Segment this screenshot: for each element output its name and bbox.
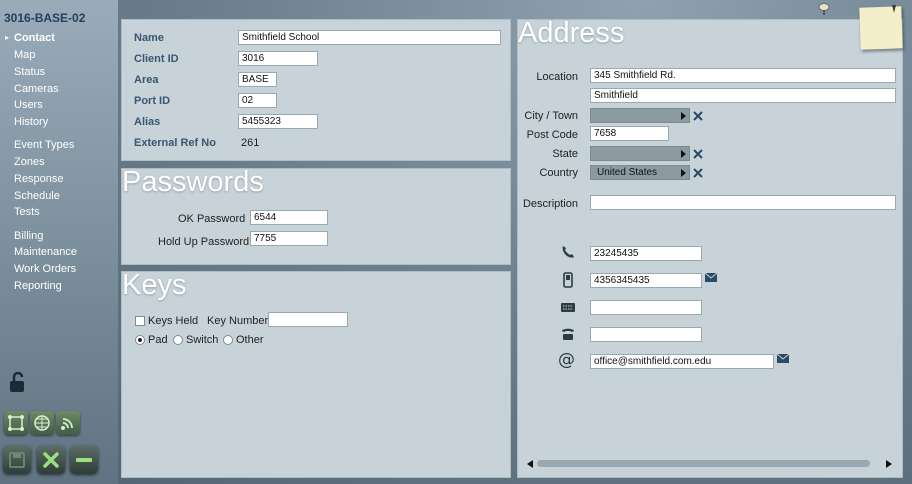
description-field[interactable] xyxy=(590,195,896,210)
state-dropdown[interactable] xyxy=(590,146,690,161)
country-label: Country xyxy=(539,167,578,179)
remove-icon[interactable] xyxy=(70,446,98,474)
keys-panel: Keys Keys Held Key Number Pad Switch Oth… xyxy=(121,271,511,478)
nav-item-work-orders[interactable]: Work Orders xyxy=(14,263,76,275)
fax-field[interactable] xyxy=(590,300,702,315)
other-phone-field[interactable] xyxy=(590,327,702,342)
postcode-field[interactable]: 7658 xyxy=(590,126,669,141)
map-grid-icon[interactable] xyxy=(30,411,54,435)
site-title: 3016-BASE-02 xyxy=(4,11,86,25)
horizontal-scrollbar[interactable] xyxy=(527,459,897,469)
nav-item-schedule[interactable]: Schedule xyxy=(14,190,60,202)
nav-item-tests[interactable]: Tests xyxy=(14,206,40,218)
phone-field[interactable]: 23245435 xyxy=(590,246,702,261)
zones-icon[interactable] xyxy=(4,411,28,435)
nav-item-users[interactable]: Users xyxy=(14,99,43,111)
ok-password-field[interactable]: 6544 xyxy=(250,210,328,225)
nav-item-contact[interactable]: Contact xyxy=(14,32,55,44)
details-panel: Name Smithfield School Client ID 3016 Ar… xyxy=(121,19,511,161)
port-id-label: Port ID xyxy=(134,95,171,107)
nav-item-event-types[interactable]: Event Types xyxy=(14,139,74,151)
phone-icon xyxy=(562,246,574,258)
scroll-thumb[interactable] xyxy=(537,460,870,467)
nav-item-maintenance[interactable]: Maintenance xyxy=(14,246,77,258)
cancel-icon[interactable] xyxy=(37,446,65,474)
client-id-field[interactable]: 3016 xyxy=(238,51,318,66)
name-label: Name xyxy=(134,32,164,44)
dropdown-arrow-icon xyxy=(681,150,686,158)
sidebar: 3016-BASE-02 ▸ Contact Map Status Camera… xyxy=(0,0,118,484)
pin-icon[interactable] xyxy=(818,2,830,15)
country-dropdown[interactable]: United States xyxy=(590,165,690,180)
passwords-panel: Passwords OK Password 6544 Hold Up Passw… xyxy=(121,168,511,265)
mobile-field[interactable]: 4356345435 xyxy=(590,273,702,288)
pad-radio[interactable] xyxy=(135,335,145,345)
location-label: Location xyxy=(536,71,578,83)
save-icon[interactable] xyxy=(3,446,31,474)
location-line2-field[interactable]: Smithfield xyxy=(590,88,896,103)
country-value: United States xyxy=(597,167,658,178)
at-icon: @ xyxy=(558,350,575,370)
email-field[interactable]: office@smithfield.com.edu xyxy=(590,354,774,369)
pad-label: Pad xyxy=(148,334,168,346)
active-arrow-icon: ▸ xyxy=(5,33,10,42)
dropdown-arrow-icon xyxy=(681,112,686,120)
passwords-title: Passwords xyxy=(122,166,264,198)
key-number-field[interactable] xyxy=(268,312,348,327)
signal-icon[interactable] xyxy=(56,411,80,435)
keys-held-label: Keys Held xyxy=(148,315,199,327)
nav-item-reporting[interactable]: Reporting xyxy=(14,280,62,292)
city-dropdown[interactable] xyxy=(590,108,690,123)
alias-field[interactable]: 5455323 xyxy=(238,114,318,129)
envelope-icon[interactable] xyxy=(705,273,717,282)
holdup-password-field[interactable]: 7755 xyxy=(250,231,328,246)
alias-label: Alias xyxy=(134,116,161,128)
dropdown-arrow-icon xyxy=(681,169,686,177)
desk-phone-icon xyxy=(562,328,574,340)
nav-item-cameras[interactable]: Cameras xyxy=(14,83,59,95)
keys-held-checkbox[interactable] xyxy=(135,316,145,326)
nav-item-history[interactable]: History xyxy=(14,116,48,128)
client-id-label: Client ID xyxy=(134,53,179,65)
scroll-right-icon[interactable] xyxy=(886,460,892,468)
nav-item-response[interactable]: Response xyxy=(14,173,64,185)
switch-radio[interactable] xyxy=(173,335,183,345)
key-number-label: Key Number xyxy=(207,315,269,327)
keys-title: Keys xyxy=(122,269,187,301)
city-label: City / Town xyxy=(524,110,578,122)
area-label: Area xyxy=(134,74,159,86)
nav-item-zones[interactable]: Zones xyxy=(14,156,45,168)
mobile-icon xyxy=(563,272,573,288)
area-field[interactable]: BASE xyxy=(238,72,277,87)
switch-label: Switch xyxy=(186,334,219,346)
pin-icon[interactable] xyxy=(890,4,898,14)
name-field[interactable]: Smithfield School xyxy=(238,30,501,45)
clear-icon[interactable] xyxy=(693,168,703,178)
postcode-label: Post Code xyxy=(526,129,578,141)
other-radio[interactable] xyxy=(223,335,233,345)
holdup-password-label: Hold Up Password xyxy=(158,236,250,248)
envelope-icon[interactable] xyxy=(777,354,789,363)
scroll-left-icon[interactable] xyxy=(527,460,533,468)
lock-open-icon[interactable] xyxy=(7,370,31,394)
ok-password-label: OK Password xyxy=(178,213,246,225)
port-id-field[interactable]: 02 xyxy=(238,93,277,108)
clear-icon[interactable] xyxy=(693,149,703,159)
external-ref-value: 261 xyxy=(241,137,260,149)
external-ref-label: External Ref No xyxy=(134,137,216,149)
state-label: State xyxy=(552,148,578,160)
description-label: Description xyxy=(522,198,578,210)
other-label: Other xyxy=(236,334,264,346)
address-panel: Address Location 345 Smithfield Rd. Smit… xyxy=(517,19,903,478)
nav-item-map[interactable]: Map xyxy=(14,49,35,61)
fax-icon xyxy=(561,303,575,312)
nav-item-billing[interactable]: Billing xyxy=(14,230,43,242)
location-line1-field[interactable]: 345 Smithfield Rd. xyxy=(590,68,896,83)
address-title: Address xyxy=(518,17,625,49)
nav-item-status[interactable]: Status xyxy=(14,66,45,78)
clear-icon[interactable] xyxy=(693,111,703,121)
